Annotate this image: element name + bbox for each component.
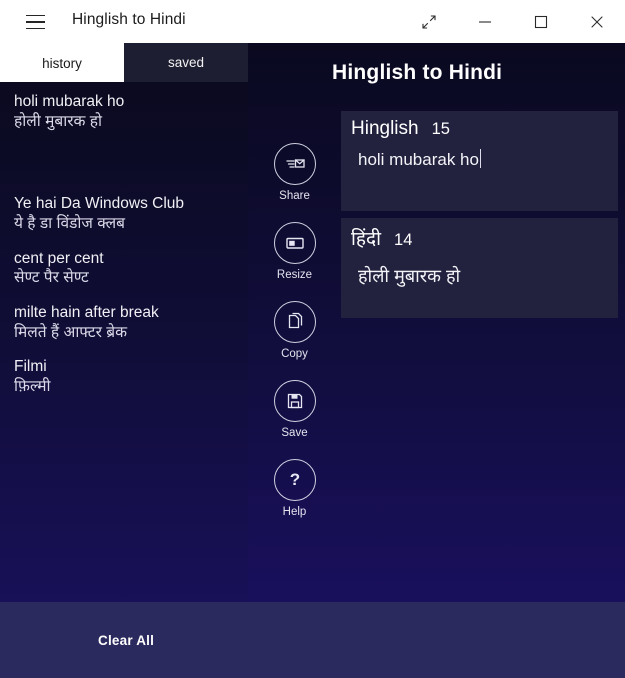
- tab-saved[interactable]: saved: [124, 43, 248, 82]
- resize-label: Resize: [276, 269, 313, 281]
- share-label: Share: [279, 190, 310, 202]
- copy-label: Copy: [281, 348, 308, 360]
- source-language-label: Hinglish: [351, 118, 419, 139]
- app-window: Hinglish to Hindi history saved holi mub…: [0, 0, 625, 678]
- help-button[interactable]: ? Help: [248, 459, 341, 518]
- history-target-text: फ़िल्मी: [14, 377, 51, 395]
- history-source-text: milte hain after break: [14, 303, 159, 321]
- list-item[interactable]: Filmi फ़िल्मी: [0, 357, 248, 397]
- history-source-text: cent per cent: [14, 249, 104, 267]
- history-target-text: ये है डा विंडोज क्लब: [14, 215, 126, 233]
- save-label: Save: [281, 427, 308, 439]
- resize-icon: [285, 237, 304, 249]
- tab-history-label: history: [42, 56, 82, 71]
- list-item[interactable]: holi mubarak ho होली मुबारक हो: [0, 92, 248, 132]
- main-panel: Hinglish to Hindi Share Resize Copy Save…: [248, 43, 625, 678]
- source-input[interactable]: holi mubarak ho: [341, 140, 618, 170]
- source-input-value: holi mubarak ho: [358, 150, 479, 169]
- source-char-count: 15: [431, 120, 450, 138]
- history-source-text: holi mubarak ho: [14, 93, 125, 110]
- save-button[interactable]: Save: [248, 380, 341, 439]
- help-icon-circle: ?: [273, 459, 316, 501]
- hamburger-menu-icon[interactable]: [16, 9, 54, 35]
- history-source-text: Filmi: [14, 358, 47, 376]
- minimize-icon: [479, 20, 491, 23]
- resize-icon-circle: [273, 222, 316, 264]
- target-textbox[interactable]: हिंदी 14 होली मुबारक हो: [341, 218, 618, 318]
- target-output: होली मुबारक हो: [358, 266, 461, 286]
- share-icon: [285, 159, 305, 168]
- history-source-text: Ye hai Da Windows Club: [14, 195, 185, 213]
- window-title: Hinglish to Hindi: [72, 11, 186, 28]
- list-item[interactable]: [0, 146, 248, 180]
- target-language-label: हिंदी: [351, 229, 382, 250]
- share-icon-circle: [273, 143, 316, 185]
- text-caret: [479, 149, 481, 168]
- title-bar: Hinglish to Hindi: [0, 0, 625, 44]
- history-target-text: मिलते हैं आफ्टर ब्रेक: [14, 323, 128, 341]
- clear-all-button[interactable]: Clear All: [0, 602, 625, 678]
- history-target-text: होली मुबारक हो: [14, 112, 103, 130]
- help-label: Help: [282, 506, 307, 518]
- svg-text:?: ?: [289, 470, 299, 489]
- minimize-button[interactable]: [457, 0, 513, 43]
- close-button[interactable]: [569, 0, 625, 43]
- maximize-icon: [534, 15, 548, 28]
- list-item[interactable]: Ye hai Da Windows Club ये है डा विंडोज क…: [0, 194, 248, 234]
- action-rail: Share Resize Copy Save ? Help: [248, 143, 341, 538]
- close-icon: [591, 15, 603, 28]
- target-char-count: 14: [394, 231, 413, 249]
- history-panel: history saved holi mubarak ho होली मुबार…: [0, 43, 248, 678]
- resize-button[interactable]: Resize: [248, 222, 341, 281]
- history-list[interactable]: holi mubarak ho होली मुबारक हो Ye hai Da…: [0, 82, 248, 602]
- help-icon: ?: [289, 470, 299, 489]
- clear-all-label: Clear All: [98, 632, 155, 648]
- source-box-header: Hinglish 15: [341, 111, 618, 140]
- copy-icon-circle: [273, 301, 316, 343]
- source-textbox[interactable]: Hinglish 15 holi mubarak ho: [341, 111, 618, 211]
- diagonal-arrows-icon: [422, 14, 436, 29]
- list-item[interactable]: milte hain after break मिलते हैं आफ्टर ब…: [0, 303, 248, 343]
- list-item[interactable]: cent per cent सेण्ट पैर सेण्ट: [0, 249, 248, 289]
- page-title: Hinglish to Hindi: [332, 61, 503, 84]
- history-target-text: सेण्ट पैर सेण्ट: [14, 269, 89, 287]
- window-controls: [401, 0, 625, 43]
- tab-history[interactable]: history: [0, 43, 124, 82]
- panel-tabs: history saved: [0, 43, 248, 82]
- copy-icon: [288, 312, 302, 329]
- share-button[interactable]: Share: [248, 143, 341, 202]
- tab-saved-label: saved: [167, 55, 205, 70]
- maximize-button[interactable]: [513, 0, 569, 43]
- copy-button[interactable]: Copy: [248, 301, 341, 360]
- target-box-header: हिंदी 14: [341, 218, 618, 251]
- save-icon: [287, 393, 302, 409]
- app-body: history saved holi mubarak ho होली मुबार…: [0, 43, 625, 678]
- save-icon-circle: [273, 380, 316, 422]
- restore-fullscreen-button[interactable]: [401, 0, 457, 43]
